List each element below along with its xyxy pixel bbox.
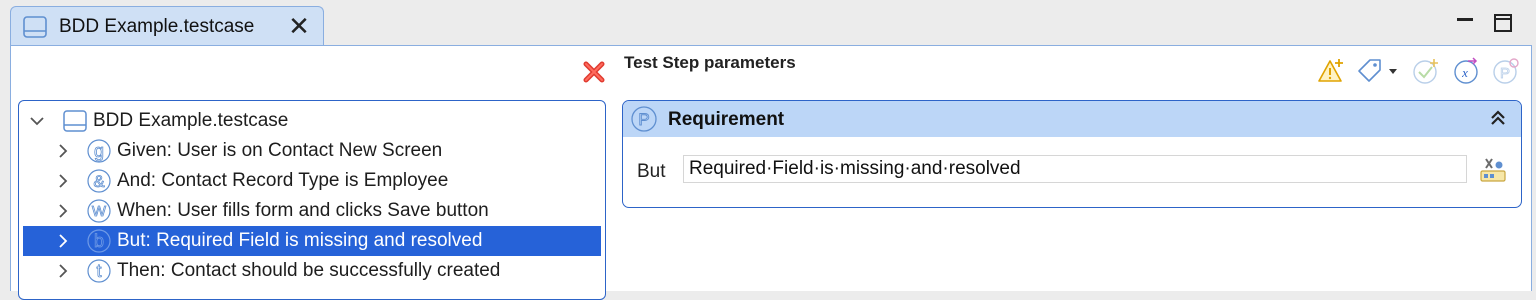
chevron-right-icon[interactable] <box>55 261 71 281</box>
svg-text:P: P <box>1500 65 1510 82</box>
but-step-icon: b <box>87 229 111 253</box>
edit-parameter-icon[interactable] <box>1479 157 1507 183</box>
tree-item-label: And: Contact Record Type is Employee <box>117 170 449 191</box>
editor-tab[interactable]: BDD Example.testcase ✕ <box>10 6 324 46</box>
tab-title: BDD Example.testcase <box>59 16 255 37</box>
then-step-icon: t <box>87 259 111 283</box>
tree-root-row[interactable]: BDD Example.testcase <box>23 106 601 136</box>
chevron-down-icon[interactable] <box>1388 66 1398 76</box>
variable-icon[interactable]: x <box>1452 57 1480 85</box>
parameter-label: But <box>637 161 666 182</box>
section-title: Requirement <box>668 109 785 130</box>
svg-text:t: t <box>96 261 101 281</box>
testcase-file-icon <box>23 16 47 38</box>
tag-dropdown-icon[interactable] <box>1356 57 1384 85</box>
tree-item-label: But: Required Field is missing and resol… <box>117 230 483 251</box>
svg-text:g: g <box>94 141 104 161</box>
minimize-icon[interactable] <box>1454 12 1476 34</box>
chevron-right-icon[interactable] <box>55 231 71 251</box>
svg-text:x: x <box>1461 65 1468 80</box>
testcase-file-icon <box>63 110 87 132</box>
maximize-icon[interactable] <box>1492 12 1514 34</box>
close-icon[interactable]: ✕ <box>287 13 311 39</box>
tree-item-label: When: User fills form and clicks Save bu… <box>117 200 489 221</box>
chevron-right-icon[interactable] <box>55 171 71 191</box>
check-add-icon[interactable] <box>1412 57 1440 85</box>
tree-item-and[interactable]: & And: Contact Record Type is Employee <box>23 166 601 196</box>
delete-icon[interactable] <box>582 60 606 84</box>
requirement-section: P Requirement But <box>622 100 1522 208</box>
collapse-icon[interactable] <box>1489 107 1507 129</box>
chevron-right-icon[interactable] <box>55 201 71 221</box>
tree-item-label: Given: User is on Contact New Screen <box>117 140 443 161</box>
given-step-icon: g <box>87 139 111 163</box>
tree-item-given[interactable]: g Given: User is on Contact New Screen <box>23 136 601 166</box>
tree-item-but[interactable]: b But: Required Field is missing and res… <box>23 226 601 256</box>
tree-root-label: BDD Example.testcase <box>93 110 289 131</box>
when-step-icon: W <box>87 199 111 223</box>
tree-item-then[interactable]: t Then: Contact should be successfully c… <box>23 256 601 286</box>
svg-text:&: & <box>93 172 105 191</box>
warning-add-icon[interactable] <box>1318 57 1346 85</box>
svg-text:P: P <box>638 110 649 129</box>
svg-text:W: W <box>92 203 107 220</box>
chevron-right-icon[interactable] <box>55 141 71 161</box>
params-panel-title: Test Step parameters <box>624 53 796 72</box>
chevron-down-icon[interactable] <box>29 111 45 131</box>
and-step-icon: & <box>87 169 111 193</box>
tree-item-label: Then: Contact should be successfully cre… <box>117 260 501 281</box>
svg-text:b: b <box>94 231 104 251</box>
parameter-add-icon[interactable]: P <box>1492 57 1520 85</box>
parameter-value-input[interactable] <box>683 155 1467 183</box>
tree-item-when[interactable]: W When: User fills form and clicks Save … <box>23 196 601 226</box>
parameter-icon: P <box>631 106 657 132</box>
section-header[interactable]: P Requirement <box>623 101 1521 137</box>
test-step-tree: BDD Example.testcase g Given: User is on… <box>18 100 606 300</box>
editor-tab-bar: BDD Example.testcase ✕ <box>0 0 1536 46</box>
